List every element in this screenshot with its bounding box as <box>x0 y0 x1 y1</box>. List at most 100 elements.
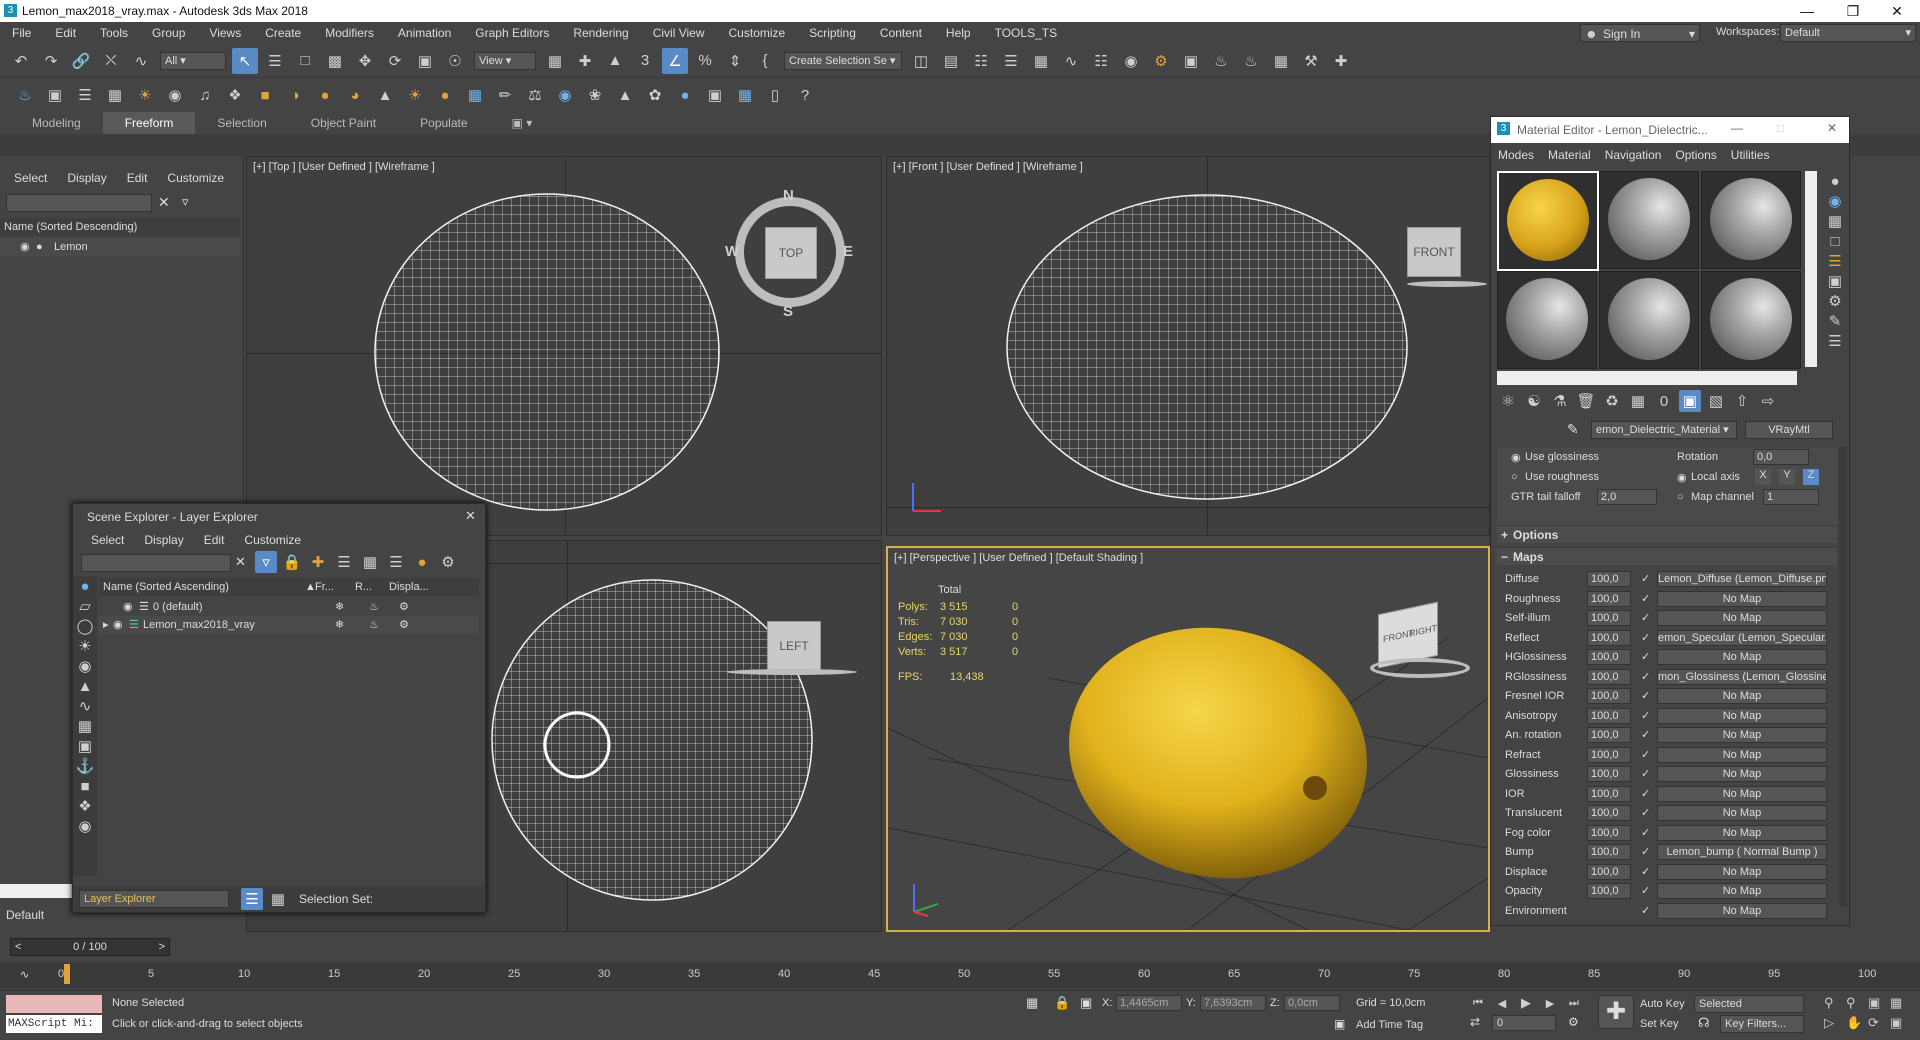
list-item[interactable]: ◉ ● Lemon <box>0 238 240 256</box>
menu-edit[interactable]: Edit <box>43 22 88 44</box>
highlight-icon[interactable]: ● <box>411 551 433 573</box>
sample-slot-2[interactable] <box>1599 171 1699 269</box>
z-coordinate-field[interactable]: 0,0cm <box>1284 995 1340 1011</box>
map-enable-checkbox[interactable]: ✓ <box>1641 806 1650 819</box>
display-none-icon[interactable]: ● <box>75 576 95 596</box>
toggle-scene-explorer-icon[interactable]: ☷ <box>968 48 994 74</box>
menu-edit[interactable]: Edit <box>117 168 158 188</box>
field-of-view-icon[interactable]: ▷ <box>1824 1015 1834 1031</box>
previous-frame-icon[interactable]: ◀ <box>1492 993 1512 1013</box>
next-frame-icon[interactable]: > <box>159 939 165 955</box>
render-teapot-icon[interactable]: ♨ <box>369 598 379 616</box>
map-amount-spinner[interactable]: 100,0 <box>1587 727 1631 743</box>
close-button[interactable]: ✕ <box>1874 0 1920 22</box>
backlight-icon[interactable]: ◉ <box>1825 191 1845 211</box>
groups-icon[interactable]: ▦ <box>75 716 95 736</box>
restore-button[interactable]: ❐ <box>1830 0 1876 22</box>
maximize-viewport-icon[interactable]: ▣ <box>1890 1015 1902 1031</box>
helpers-icon[interactable]: ▲ <box>75 676 95 696</box>
maps-rollout[interactable]: − Maps <box>1497 547 1837 565</box>
eye-icon[interactable]: ◉ <box>113 616 123 634</box>
map-enable-checkbox[interactable]: ✓ <box>1641 826 1650 839</box>
set-key-icon[interactable]: ✚ <box>1598 995 1634 1029</box>
wrench-icon[interactable]: ⚒ <box>1298 48 1324 74</box>
camera-icon[interactable]: ◉ <box>162 82 188 108</box>
map-amount-spinner[interactable]: 100,0 <box>1587 883 1631 899</box>
map-amount-spinner[interactable]: 100,0 <box>1587 863 1631 880</box>
isolate-icon[interactable]: ▦ <box>1026 995 1038 1011</box>
vray-render-icon[interactable]: ▦ <box>732 82 758 108</box>
prev-frame-icon[interactable]: < <box>15 939 21 955</box>
particle-icon[interactable]: ❖ <box>222 82 248 108</box>
select-by-name-icon[interactable]: ☰ <box>262 48 288 74</box>
map-enable-checkbox[interactable]: ✓ <box>1641 572 1650 585</box>
mirror-icon[interactable]: ◫ <box>908 48 934 74</box>
map-button[interactable]: No Map <box>1657 746 1827 763</box>
column-header-name[interactable]: Name (Sorted Ascending) <box>103 578 229 596</box>
cone-light-icon[interactable]: ▲ <box>372 82 398 108</box>
menu-customize[interactable]: Customize <box>234 530 311 550</box>
select-object-icon[interactable]: ↖ <box>232 47 258 74</box>
close-button[interactable]: ✕ <box>1827 121 1837 135</box>
material-type-button[interactable]: VRayMtl <box>1745 421 1833 439</box>
menu-utilities[interactable]: Utilities <box>1724 145 1777 165</box>
ribbon-icon[interactable]: ▦ <box>1028 48 1054 74</box>
menu-display[interactable]: Display <box>134 530 193 550</box>
map-enable-checkbox[interactable]: ✓ <box>1641 845 1650 858</box>
reference-coord-dropdown[interactable]: View ▾ <box>474 51 536 70</box>
list-icon[interactable]: ☰ <box>72 82 98 108</box>
map-amount-spinner[interactable]: 100,0 <box>1587 649 1631 665</box>
y-coordinate-field[interactable]: 7,6393cm <box>1200 995 1266 1011</box>
redo-icon[interactable]: ↷ <box>38 48 64 74</box>
grid-particles-icon[interactable]: ▦ <box>462 82 488 108</box>
rendered-frame-window-icon[interactable]: ▣ <box>1178 48 1204 74</box>
viewcube[interactable]: FRONT <box>1407 227 1461 277</box>
new-layer-icon[interactable]: ✚ <box>307 551 329 573</box>
selection-filter-dropdown[interactable]: All ▾ <box>160 51 226 70</box>
map-button[interactable]: No Map <box>1657 902 1827 919</box>
make-unique-icon[interactable]: ♻ <box>1601 390 1623 412</box>
sample-slot-4[interactable] <box>1497 271 1597 369</box>
menu-views[interactable]: Views <box>197 22 253 44</box>
play-icon[interactable]: ▶ <box>1516 993 1536 1013</box>
scale-tool-icon[interactable]: ⚖ <box>522 82 548 108</box>
menu-scripting[interactable]: Scripting <box>797 22 868 44</box>
tab-selection[interactable]: Selection <box>195 112 288 134</box>
navigator-icon[interactable]: ☰ <box>1825 331 1845 351</box>
shapes-icon[interactable]: ◯ <box>75 616 95 636</box>
menu-create[interactable]: Create <box>253 22 313 44</box>
menu-modifiers[interactable]: Modifiers <box>313 22 386 44</box>
map-enable-checkbox[interactable]: ✓ <box>1641 748 1650 761</box>
viewcube[interactable]: LEFT <box>767 621 821 671</box>
map-button[interactable]: No Map <box>1657 707 1827 724</box>
expand-icon[interactable]: ▸ <box>103 616 109 634</box>
map-button[interactable]: No Map <box>1657 883 1827 899</box>
viewcube-ring[interactable] <box>1370 658 1470 678</box>
freeze-icon[interactable]: ❄ <box>335 616 344 634</box>
filter-icon[interactable]: ▿ <box>182 194 189 210</box>
table-icon[interactable]: ▦ <box>102 82 128 108</box>
hierarchy-icon[interactable]: ▦ <box>267 888 289 910</box>
unlink-icon[interactable]: ⛌ <box>98 48 124 74</box>
explorer-mode-dropdown[interactable]: Layer Explorer <box>79 890 229 908</box>
bind-space-warp-icon[interactable]: ∿ <box>128 48 154 74</box>
options-icon[interactable]: ⚙ <box>1825 291 1845 311</box>
map-amount-spinner[interactable]: 100,0 <box>1587 785 1631 802</box>
menu-modes[interactable]: Modes <box>1491 145 1541 165</box>
current-frame-field[interactable]: 0 <box>1492 1015 1556 1031</box>
sample-slot-hscrollbar[interactable] <box>1497 371 1797 385</box>
map-button[interactable]: Lemon_bump ( Normal Bump ) <box>1657 844 1827 860</box>
viewport-front[interactable]: [+] [Front ] [User Defined ] [Wireframe … <box>886 156 1490 536</box>
map-enable-checkbox[interactable]: ✓ <box>1641 728 1650 741</box>
axis-z-button[interactable]: Z <box>1803 469 1819 485</box>
show-shaded-icon[interactable]: ▣ <box>1679 390 1701 412</box>
menu-tools[interactable]: Tools <box>88 22 140 44</box>
map-amount-spinner[interactable]: 100,0 <box>1587 610 1631 626</box>
cube-face-right[interactable]: RIGHT <box>1409 623 1437 639</box>
zoom-all-icon[interactable]: ⚲ <box>1846 995 1856 1011</box>
sample-slot-scrollbar[interactable] <box>1805 171 1817 367</box>
menu-rendering[interactable]: Rendering <box>561 22 640 44</box>
render-activeshade-icon[interactable]: ▦ <box>1268 48 1294 74</box>
sun-icon[interactable]: ☀ <box>402 82 428 108</box>
set-key-button[interactable]: Set Key <box>1640 1015 1690 1033</box>
